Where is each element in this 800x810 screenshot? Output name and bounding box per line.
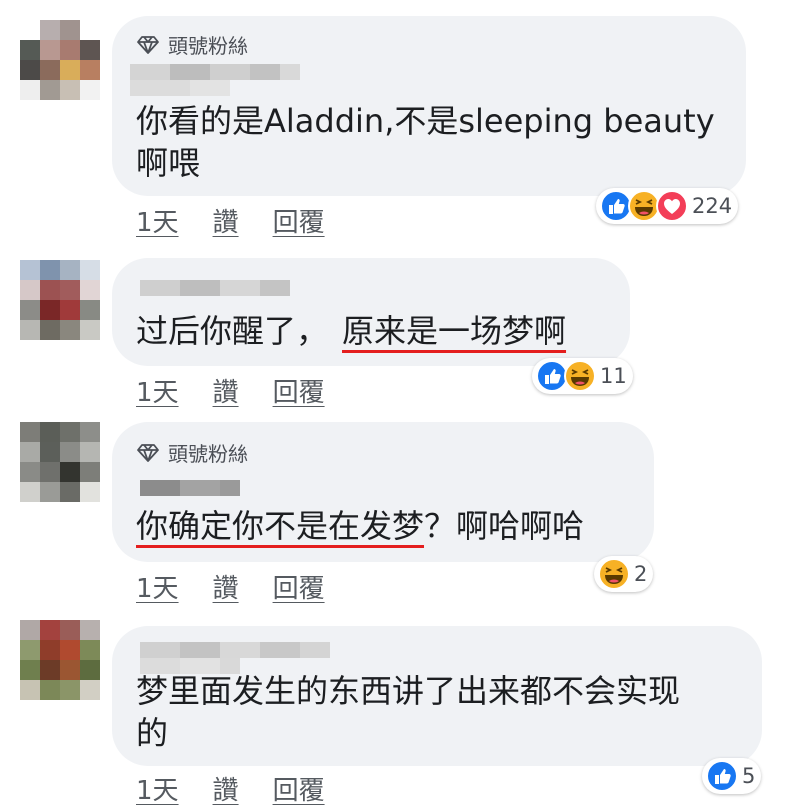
- avatar[interactable]: [20, 620, 100, 700]
- reaction-summary[interactable]: 2: [594, 556, 654, 592]
- avatar[interactable]: [20, 20, 100, 100]
- badge-label: 頭號粉絲: [168, 34, 248, 58]
- comment-text-line: 的: [136, 714, 169, 752]
- avatar[interactable]: [20, 260, 100, 340]
- comment-text-plain: ？啊哈啊哈: [424, 507, 585, 545]
- commenter-name-line2: [130, 80, 230, 96]
- reaction-summary[interactable]: 224: [596, 188, 739, 224]
- comment-actions: 1天 讚 回覆: [136, 372, 325, 409]
- like-button[interactable]: 讚: [213, 372, 239, 409]
- comment-text: 过后你醒了， 原来是一场梦啊: [136, 310, 566, 352]
- commenter-name[interactable]: [140, 480, 240, 496]
- like-button[interactable]: 讚: [213, 568, 239, 605]
- comment-text: 你确定你不是在发梦？啊哈啊哈: [136, 505, 584, 547]
- timestamp-link[interactable]: 1天: [136, 202, 179, 239]
- commenter-name[interactable]: [140, 642, 330, 658]
- comment-text-underlined: 原来是一场梦啊: [342, 312, 567, 350]
- comment-actions: 1天 讚 回覆: [136, 770, 325, 807]
- reply-button[interactable]: 回覆: [273, 372, 325, 409]
- comment-text: 你看的是Aladdin,不是sleeping beauty 啊喂: [136, 100, 715, 184]
- timestamp-link[interactable]: 1天: [136, 770, 179, 807]
- badge-label: 頭號粉絲: [168, 442, 248, 466]
- like-button[interactable]: 讚: [213, 202, 239, 239]
- reaction-count: 2: [634, 562, 648, 586]
- diamond-icon: [137, 35, 159, 54]
- reply-button[interactable]: 回覆: [273, 568, 325, 605]
- commenter-name[interactable]: [130, 64, 300, 80]
- love-icon: [656, 190, 688, 222]
- reply-button[interactable]: 回覆: [273, 202, 325, 239]
- reaction-count: 11: [600, 364, 627, 388]
- comment-text: 梦里面发生的东西讲了出来都不会实现 的: [136, 670, 680, 754]
- commenter-name[interactable]: [140, 280, 290, 296]
- reaction-count: 224: [692, 194, 733, 218]
- timestamp-link[interactable]: 1天: [136, 568, 179, 605]
- comment-actions: 1天 讚 回覆: [136, 568, 325, 605]
- reaction-summary[interactable]: 5: [702, 758, 762, 794]
- top-fan-badge: 頭號粉絲: [136, 30, 248, 59]
- comment-text-line: 梦里面发生的东西讲了出来都不会实现: [136, 672, 681, 710]
- avatar[interactable]: [20, 422, 100, 502]
- reaction-summary[interactable]: 11: [532, 358, 633, 394]
- diamond-icon: [137, 443, 159, 462]
- reaction-count: 5: [742, 764, 756, 788]
- top-fan-badge: 頭號粉絲: [136, 438, 248, 467]
- haha-icon: [598, 558, 630, 590]
- comment-text-plain: 过后你醒了，: [136, 312, 329, 350]
- comment-actions: 1天 讚 回覆: [136, 202, 325, 239]
- haha-icon: [564, 360, 596, 392]
- like-button[interactable]: 讚: [213, 770, 239, 807]
- timestamp-link[interactable]: 1天: [136, 372, 179, 409]
- comment-text-line: 你看的是Aladdin,不是sleeping beauty: [136, 102, 715, 140]
- comment-text-line: 啊喂: [136, 144, 201, 182]
- comment-text-underlined: 你确定你不是在发梦: [136, 507, 425, 545]
- reply-button[interactable]: 回覆: [273, 770, 325, 807]
- like-icon: [706, 760, 738, 792]
